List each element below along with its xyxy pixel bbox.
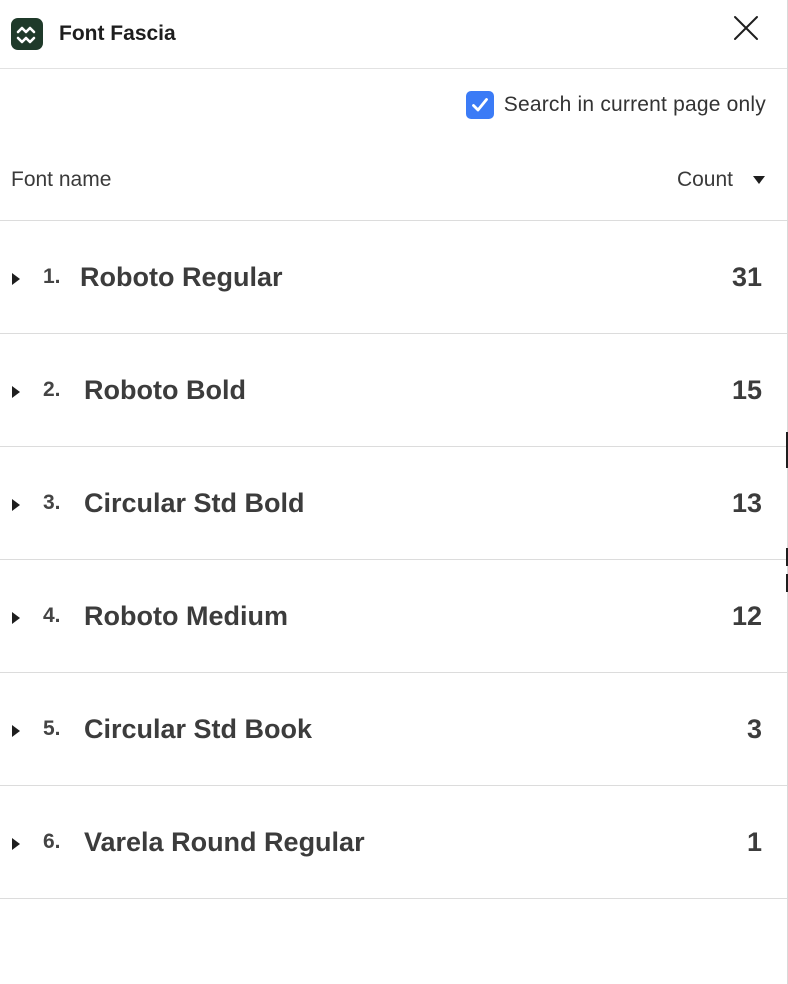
column-header-font-name: Font name xyxy=(11,168,112,191)
expand-caret-icon[interactable] xyxy=(12,273,20,285)
column-header-count[interactable]: Count xyxy=(677,168,765,192)
search-options-bar: Search in current page only xyxy=(0,69,787,140)
column-header-count-label: Count xyxy=(676,168,733,191)
font-rank: 6. xyxy=(43,830,61,853)
expand-caret-icon[interactable] xyxy=(12,612,20,624)
table-header: Font name Count xyxy=(0,140,787,221)
current-page-only-label[interactable]: Search in current page only xyxy=(504,93,766,117)
font-name: Varela Round Regular xyxy=(84,826,365,857)
font-name: Circular Std Bold xyxy=(84,487,305,518)
sort-down-icon[interactable] xyxy=(753,176,765,184)
font-rank: 3. xyxy=(43,491,61,514)
font-count: 15 xyxy=(731,374,762,405)
font-count: 13 xyxy=(731,487,762,518)
app-title: Font Fascia xyxy=(59,22,176,45)
font-rank: 5. xyxy=(43,717,61,740)
font-row[interactable]: 2. Roboto Bold 15 xyxy=(0,334,787,447)
font-row[interactable]: 6. Varela Round Regular 1 xyxy=(0,786,787,899)
font-list: 1. Roboto Regular 31 2. Roboto Bold 15 3… xyxy=(0,221,787,899)
font-row[interactable]: 1. Roboto Regular 31 xyxy=(0,221,787,334)
expand-caret-icon[interactable] xyxy=(12,386,20,398)
font-name: Circular Std Book xyxy=(84,713,313,744)
font-name: Roboto Regular xyxy=(80,261,283,292)
expand-caret-icon[interactable] xyxy=(12,725,20,737)
current-page-only-checkbox[interactable] xyxy=(465,90,494,119)
expand-caret-icon[interactable] xyxy=(12,499,20,511)
font-count: 1 xyxy=(746,826,762,857)
font-fascia-panel: Font Fascia Search in current page only … xyxy=(0,0,788,984)
expand-caret-icon[interactable] xyxy=(12,838,20,850)
panel-header: Font Fascia xyxy=(0,0,787,69)
font-count: 3 xyxy=(746,713,762,744)
font-row[interactable]: 4. Roboto Medium 12 xyxy=(0,560,787,673)
font-rank: 4. xyxy=(43,604,61,627)
font-count: 31 xyxy=(731,261,762,292)
checkmark-icon xyxy=(471,97,488,111)
font-rank: 1. xyxy=(43,265,61,288)
close-icon[interactable] xyxy=(733,15,759,41)
font-rank: 2. xyxy=(43,378,61,401)
font-name: Roboto Bold xyxy=(84,374,246,405)
font-name: Roboto Medium xyxy=(84,600,288,631)
app-logo-icon xyxy=(11,18,43,50)
font-row[interactable]: 3. Circular Std Bold 13 xyxy=(0,447,787,560)
font-row[interactable]: 5. Circular Std Book 3 xyxy=(0,673,787,786)
font-count: 12 xyxy=(731,600,762,631)
